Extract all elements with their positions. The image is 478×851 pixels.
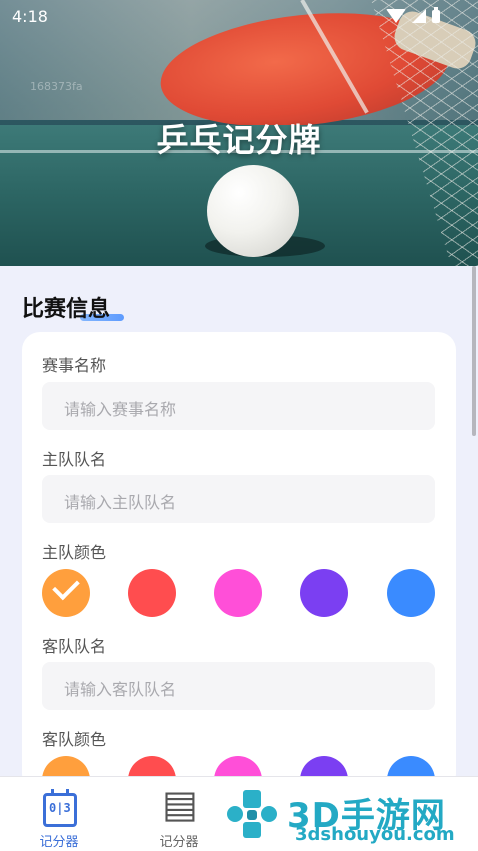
away-color-label: 客队颜色 <box>42 730 107 749</box>
event-name-label: 赛事名称 <box>42 356 107 375</box>
banner-watermark: 168373fa <box>30 80 83 93</box>
check-icon <box>52 572 80 601</box>
watermark-logo-icon <box>225 786 281 842</box>
home-team-input[interactable]: 请输入主队队名 <box>42 475 435 523</box>
watermark-url: 3dshouyou.com <box>295 824 455 845</box>
home-color-swatch[interactable] <box>42 569 90 617</box>
status-icons <box>386 6 440 23</box>
main-content: 比赛信息 赛事名称 请输入赛事名称 主队队名 请输入主队队名 主队颜色 客队队名… <box>0 266 478 804</box>
home-color-swatch[interactable] <box>128 569 176 617</box>
signal-icon <box>412 9 426 23</box>
tab-scoreboard-label: 记分器 <box>39 835 79 850</box>
tab-scoreboard-2[interactable]: ▤ 记分器 <box>134 782 224 850</box>
home-color-swatch[interactable] <box>214 569 262 617</box>
site-watermark-logo: 3D手游网 3dshouyou.com <box>225 786 475 846</box>
match-info-card: 赛事名称 请输入赛事名称 主队队名 请输入主队队名 主队颜色 客队队名 请输入客… <box>22 332 456 804</box>
section-title: 比赛信息 <box>22 297 111 322</box>
ball-image <box>207 165 299 257</box>
header-banner: 168373fa 乒乓记分牌 <box>0 0 478 266</box>
wifi-icon <box>386 9 406 23</box>
away-team-placeholder: 请输入客队队名 <box>64 680 177 699</box>
tab-scoreboard[interactable]: 0|3 记分器 <box>14 783 104 850</box>
home-color-swatch[interactable] <box>387 569 435 617</box>
status-bar: 4:18 <box>0 0 478 32</box>
event-name-input[interactable]: 请输入赛事名称 <box>42 382 435 430</box>
tab-scoreboard-2-label: 记分器 <box>159 835 199 850</box>
event-name-placeholder: 请输入赛事名称 <box>64 400 177 419</box>
home-color-label: 主队颜色 <box>42 543 107 562</box>
calendar-score-icon: 0|3 <box>43 789 77 827</box>
home-color-swatch[interactable] <box>300 569 348 617</box>
away-team-label: 客队队名 <box>42 637 107 656</box>
battery-icon <box>432 6 440 23</box>
page-title: 乒乓记分牌 <box>156 121 322 159</box>
home-team-placeholder: 请输入主队队名 <box>64 493 177 512</box>
score-board-icon: ▤ <box>162 782 198 826</box>
away-team-input[interactable]: 请输入客队队名 <box>42 662 435 710</box>
home-team-label: 主队队名 <box>42 450 107 469</box>
status-time: 4:18 <box>12 7 48 26</box>
scrollbar[interactable] <box>472 266 476 436</box>
